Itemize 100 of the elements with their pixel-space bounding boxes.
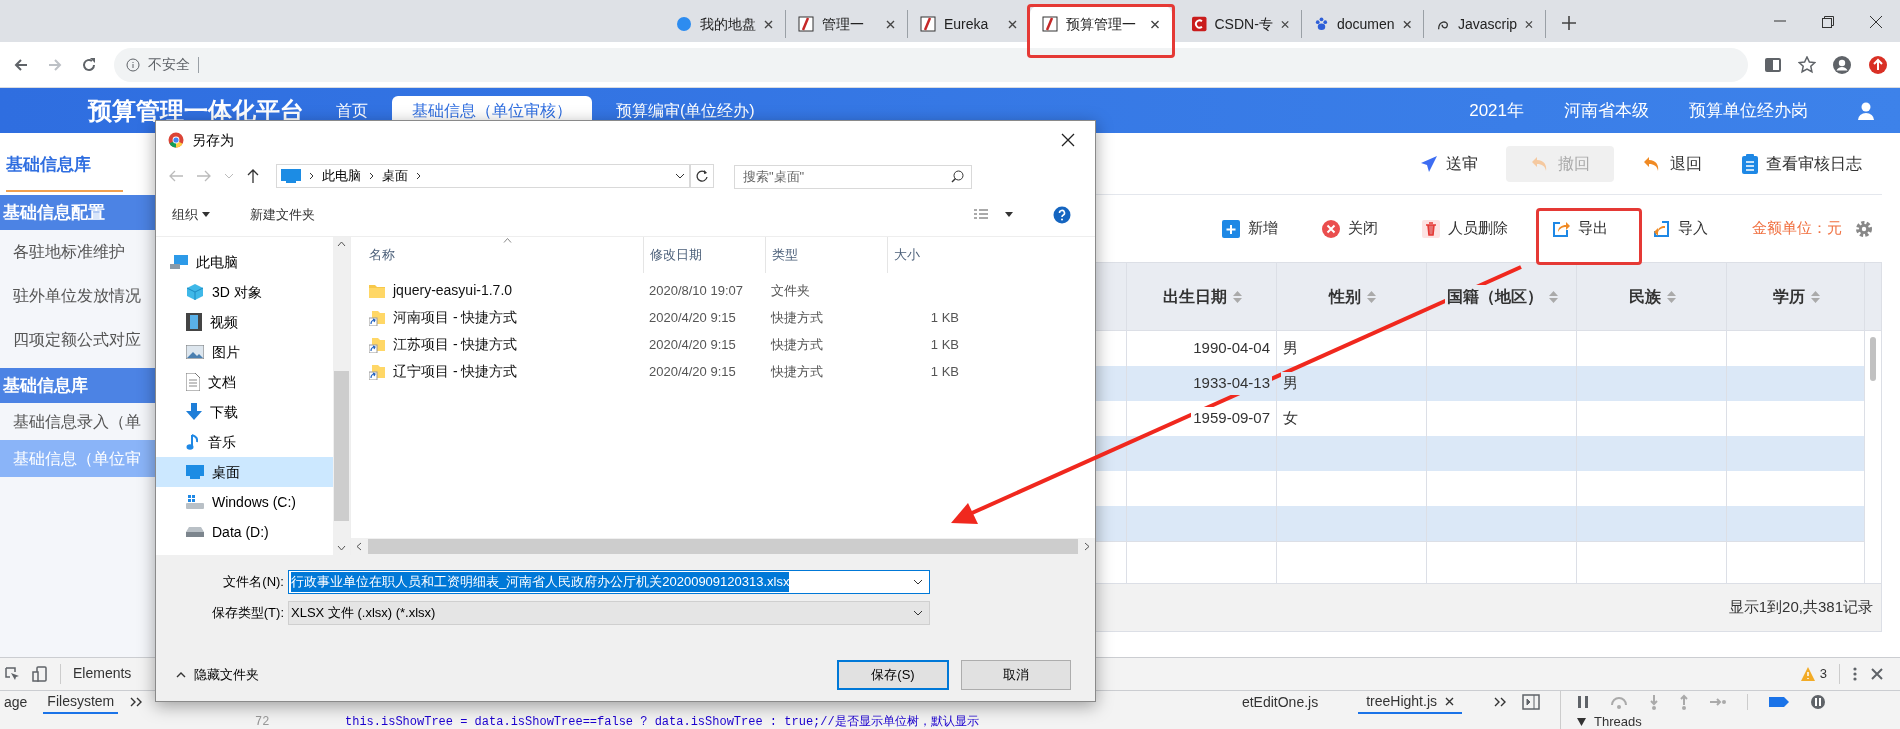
inspect-icon[interactable]: [4, 665, 20, 682]
column-header[interactable]: 修改日期: [650, 245, 702, 265]
nav-pane-item[interactable]: 3D 对象: [156, 277, 333, 307]
computer-icon: [170, 255, 188, 269]
threads-label[interactable]: Threads: [1594, 714, 1642, 729]
file-tab[interactable]: etEditOne.js: [1233, 690, 1327, 715]
expand-arrow-icon[interactable]: [1577, 717, 1586, 726]
browser-tab[interactable]: CSDN-专: [1180, 10, 1302, 38]
settings-icon[interactable]: [1854, 218, 1874, 239]
chevron-right-icon[interactable]: [416, 172, 421, 180]
browser-tab[interactable]: 管理一: [786, 10, 908, 38]
save-button[interactable]: 保存(S): [837, 660, 949, 690]
search-field[interactable]: 搜索"桌面": [734, 164, 972, 189]
close-icon[interactable]: [1402, 19, 1411, 29]
nav-pane-item[interactable]: 音乐: [156, 427, 333, 457]
scroll-up-icon[interactable]: [337, 241, 346, 247]
warning-count[interactable]: 3: [1819, 664, 1827, 684]
address-bar[interactable]: 不安全: [114, 47, 1748, 82]
nav-pane-item[interactable]: 文档: [156, 367, 333, 397]
more-tabs-icon[interactable]: [130, 697, 143, 708]
chevron-down-icon[interactable]: [675, 173, 685, 179]
devtools-tab[interactable]: age: [0, 690, 32, 715]
toolbar-button[interactable]: 人员删除: [1406, 210, 1524, 247]
close-icon[interactable]: [764, 19, 773, 29]
nav-pane-item[interactable]: Data (D:): [156, 517, 333, 547]
nav-tab[interactable]: 预算编审(单位经办): [608, 98, 763, 123]
action-button[interactable]: 查看审核日志: [1730, 145, 1874, 182]
file-name[interactable]: jquery-easyui-1.7.0: [393, 280, 513, 301]
up-icon[interactable]: [246, 168, 260, 184]
new-folder-button[interactable]: 新建文件夹: [250, 204, 315, 225]
column-header[interactable]: 类型: [772, 245, 798, 265]
nav-pane-item[interactable]: 下载: [156, 397, 333, 427]
nav-tab[interactable]: 首页: [328, 98, 376, 123]
panel-icon[interactable]: [1522, 694, 1540, 711]
restore-icon[interactable]: [1822, 16, 1834, 28]
user-icon[interactable]: [1856, 100, 1876, 121]
sidebar-group[interactable]: 基础信息配置: [0, 195, 155, 230]
file-name[interactable]: 江苏项目 - 快捷方式: [393, 334, 518, 355]
filetype-dropdown[interactable]: XLSX 文件 (.xlsx) (*.xlsx): [288, 601, 930, 625]
nav-pane-item[interactable]: 桌面: [156, 457, 333, 487]
browser-tab[interactable]: documen: [1302, 10, 1424, 38]
close-icon[interactable]: [1061, 133, 1075, 147]
column-header[interactable]: 名称: [369, 245, 395, 265]
file-name[interactable]: 辽宁项目 - 快捷方式: [393, 361, 518, 382]
filename-field[interactable]: 行政事业单位在职人员和工资明细表_河南省人民政府办公厅机关20200909120313.xlsx: [288, 570, 930, 594]
more-icon[interactable]: [1852, 665, 1858, 682]
browser-tab[interactable]: Eureka: [908, 10, 1030, 38]
file-name[interactable]: 河南项目 - 快捷方式: [393, 307, 518, 328]
column-header[interactable]: 性别: [1277, 263, 1427, 330]
devtools-tab[interactable]: Elements: [73, 663, 132, 685]
sidebar-group[interactable]: 基础信息库: [0, 368, 155, 403]
column-header[interactable]: 大小: [894, 245, 920, 265]
path-segment[interactable]: 桌面: [382, 166, 408, 186]
action-button[interactable]: 送审: [1408, 145, 1490, 182]
close-icon[interactable]: [1008, 19, 1017, 29]
path-segment[interactable]: 此电脑: [322, 166, 361, 186]
organize-menu[interactable]: 组织: [172, 204, 198, 225]
file-tab[interactable]: treeHight.js: [1358, 690, 1462, 715]
close-icon[interactable]: [886, 19, 895, 29]
column-header[interactable]: 国籍（地区）: [1427, 263, 1577, 330]
nav-pane-item[interactable]: Windows (C:): [156, 487, 333, 517]
close-icon[interactable]: [1870, 16, 1882, 28]
scrollbar-thumb[interactable]: [1870, 337, 1876, 381]
chevron-up-icon[interactable]: [176, 672, 186, 678]
breakpoints-icon[interactable]: [1768, 696, 1790, 709]
pause-icon[interactable]: [1577, 695, 1589, 710]
browser-tab[interactable]: Javascrip: [1424, 10, 1546, 38]
action-button[interactable]: 退回: [1630, 145, 1714, 182]
nav-pane-item[interactable]: 图片: [156, 337, 333, 367]
new-tab-icon[interactable]: [1562, 16, 1576, 30]
toolbar-button[interactable]: 导出: [1536, 210, 1624, 247]
browser-tab[interactable]: 预算管理一: [1030, 6, 1172, 42]
toolbar-button[interactable]: 关闭: [1306, 210, 1394, 247]
scrollbar-thumb[interactable]: [334, 371, 349, 521]
browser-tab[interactable]: 我的地盘: [664, 10, 786, 38]
reload-icon[interactable]: [80, 55, 98, 74]
toolbar-button[interactable]: 新增: [1206, 210, 1294, 247]
scroll-down-icon[interactable]: [337, 545, 346, 551]
toolbar-button[interactable]: 导入: [1636, 210, 1724, 247]
nav-pane-item[interactable]: 视频: [156, 307, 333, 337]
path-bar[interactable]: 此电脑 桌面: [276, 164, 690, 188]
cube-icon: [186, 283, 204, 301]
column-header[interactable]: 民族: [1577, 263, 1727, 330]
cancel-button[interactable]: 取消: [961, 660, 1071, 690]
devtools-tab[interactable]: Filesystem: [43, 690, 119, 715]
help-icon[interactable]: [1053, 205, 1071, 224]
hide-folders-toggle[interactable]: 隐藏文件夹: [194, 665, 259, 685]
nav-pane-item[interactable]: 此电脑: [156, 247, 333, 277]
device-icon[interactable]: [32, 665, 48, 682]
caret-icon[interactable]: [1005, 212, 1013, 217]
close-icon[interactable]: [1150, 19, 1160, 29]
profile-icon[interactable]: [1832, 54, 1852, 75]
pause-exceptions-icon[interactable]: [1810, 694, 1826, 711]
update-icon[interactable]: [1868, 54, 1888, 75]
column-header[interactable]: 出生日期: [1127, 263, 1277, 330]
refresh-button[interactable]: [690, 164, 714, 188]
more-tabs-icon[interactable]: [1494, 697, 1506, 708]
scrollbar-thumb[interactable]: [368, 539, 1078, 554]
column-header[interactable]: 学历: [1727, 263, 1865, 330]
star-icon[interactable]: [1798, 55, 1816, 74]
